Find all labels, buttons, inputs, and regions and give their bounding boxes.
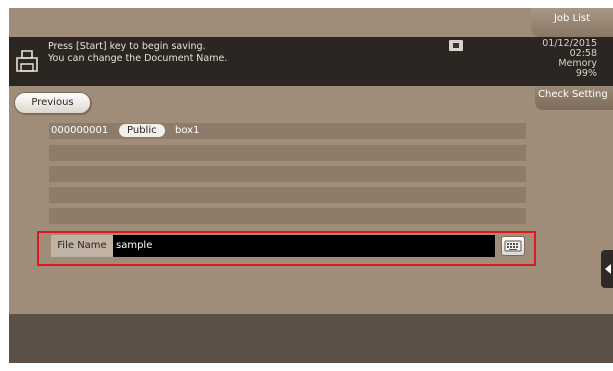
keyboard-button[interactable] [501, 236, 525, 256]
box-type-badge: Public [119, 124, 165, 137]
memory-value: 99% [575, 68, 597, 79]
box-name: box1 [175, 125, 200, 136]
file-name-label: File Name [51, 235, 113, 257]
box-number: 000000001 [51, 125, 109, 136]
job-list-label: Job List [553, 13, 591, 24]
box-list-row[interactable] [49, 166, 526, 182]
printer-icon [16, 50, 38, 72]
memory-card-icon [449, 40, 463, 51]
job-list-tab[interactable]: Job List [531, 8, 613, 37]
date-time: 01/12/2015 02:58 Memory 99% [542, 39, 597, 79]
previous-label: Previous [31, 97, 74, 108]
check-setting-label: Check Setting [538, 89, 608, 100]
side-panel-toggle[interactable] [601, 250, 613, 288]
box-list-row[interactable]: 000000001 Public box1 [49, 123, 526, 139]
message-bar: Press [Start] key to begin saving. You c… [9, 37, 613, 86]
box-list-row[interactable] [49, 208, 526, 224]
status-message-2: You can change the Document Name. [48, 53, 228, 64]
file-name-input[interactable] [113, 235, 495, 257]
footer-bar [9, 314, 613, 363]
screen: Job List Press [Start] key to begin savi… [9, 8, 613, 363]
keyboard-icon [504, 240, 522, 252]
check-setting-tab[interactable]: Check Setting [535, 86, 613, 110]
status-message-1: Press [Start] key to begin saving. [48, 41, 206, 52]
file-name-label-text: File Name [57, 240, 107, 251]
box-list-row[interactable] [49, 145, 526, 161]
box-list-row[interactable] [49, 187, 526, 203]
previous-button[interactable]: Previous [14, 92, 91, 114]
